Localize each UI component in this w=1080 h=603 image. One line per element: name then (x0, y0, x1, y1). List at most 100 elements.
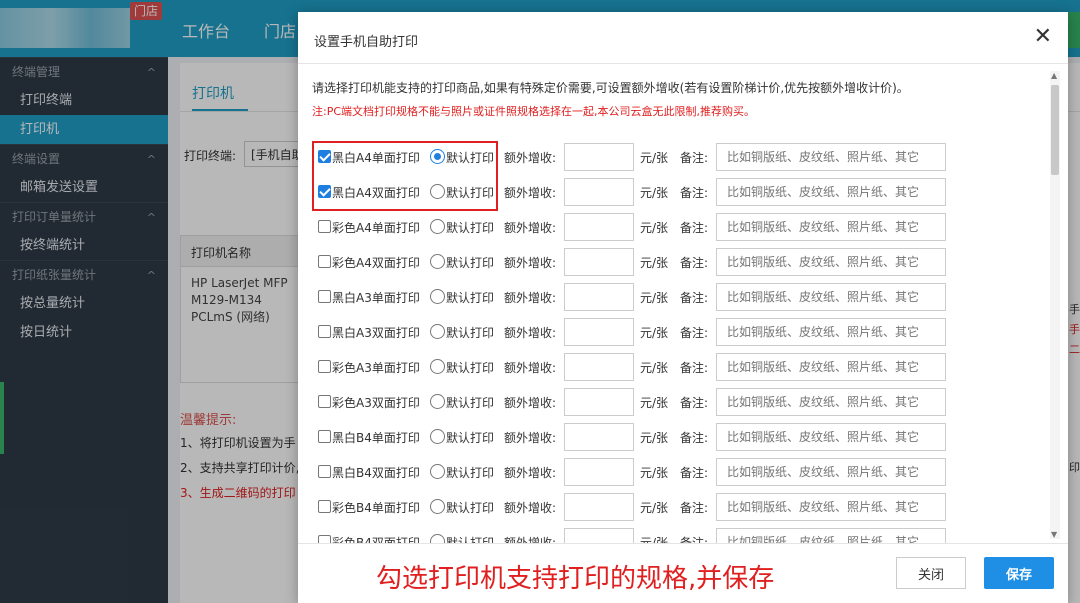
spec-label: 彩色B4单面打印 (332, 501, 420, 515)
extra-charge-label: 额外增收: (504, 221, 557, 235)
remark-label: 备注: (680, 151, 709, 165)
default-print-radio[interactable] (430, 464, 445, 479)
print-spec-row: 黑白A3双面打印 默认打印 额外增收: 元/张 备注: (316, 318, 956, 346)
unit-label: 元/张 (640, 221, 669, 235)
spec-checkbox[interactable] (318, 220, 331, 233)
spec-checkbox[interactable] (318, 430, 331, 443)
unit-label: 元/张 (640, 536, 669, 543)
remark-label: 备注: (680, 396, 709, 410)
print-spec-row: 彩色B4单面打印 默认打印 额外增收: 元/张 备注: (316, 493, 956, 521)
spec-checkbox[interactable] (318, 500, 331, 513)
default-print-radio[interactable] (430, 289, 445, 304)
spec-checkbox[interactable] (318, 325, 331, 338)
remark-input[interactable] (716, 283, 946, 311)
spec-label: 黑白A3单面打印 (332, 291, 420, 305)
remark-input[interactable] (716, 353, 946, 381)
remark-label: 备注: (680, 291, 709, 305)
scroll-down-icon[interactable]: ▼ (1051, 530, 1057, 539)
dialog-body: 请选择打印机能支持的打印商品,如果有特殊定价需要,可设置额外增收(若有设置阶梯计… (298, 65, 1068, 543)
self-print-settings-dialog: 设置手机自助打印 ✕ 请选择打印机能支持的打印商品,如果有特殊定价需要,可设置额… (298, 12, 1068, 603)
extra-charge-label: 额外增收: (504, 326, 557, 340)
remark-input[interactable] (716, 213, 946, 241)
extra-charge-input[interactable] (564, 283, 634, 311)
save-button[interactable]: 保存 (984, 557, 1054, 589)
remark-label: 备注: (680, 326, 709, 340)
print-spec-row: 彩色A3双面打印 默认打印 额外增收: 元/张 备注: (316, 388, 956, 416)
unit-label: 元/张 (640, 326, 669, 340)
default-print-radio[interactable] (430, 324, 445, 339)
extra-charge-input[interactable] (564, 353, 634, 381)
unit-label: 元/张 (640, 256, 669, 270)
remark-input[interactable] (716, 178, 946, 206)
remark-label: 备注: (680, 501, 709, 515)
spec-label: 黑白A3双面打印 (332, 326, 420, 340)
extra-charge-label: 额外增收: (504, 431, 557, 445)
extra-charge-input[interactable] (564, 458, 634, 486)
remark-input[interactable] (716, 528, 946, 543)
extra-charge-label: 额外增收: (504, 536, 557, 543)
dialog-title: 设置手机自助打印 (314, 35, 419, 50)
extra-charge-input[interactable] (564, 493, 634, 521)
extra-charge-input[interactable] (564, 388, 634, 416)
unit-label: 元/张 (640, 151, 669, 165)
dialog-header: 设置手机自助打印 ✕ (298, 12, 1068, 64)
default-print-radio[interactable] (430, 429, 445, 444)
extra-charge-input[interactable] (564, 528, 634, 543)
default-print-radio[interactable] (430, 219, 445, 234)
spec-checkbox[interactable] (318, 255, 331, 268)
remark-input[interactable] (716, 143, 946, 171)
extra-charge-label: 额外增收: (504, 151, 557, 165)
default-print-radio[interactable] (430, 499, 445, 514)
remark-label: 备注: (680, 431, 709, 445)
unit-label: 元/张 (640, 361, 669, 375)
extra-charge-label: 额外增收: (504, 186, 557, 200)
spec-label: 彩色A3单面打印 (332, 361, 420, 375)
extra-charge-label: 额外增收: (504, 291, 557, 305)
remark-input[interactable] (716, 493, 946, 521)
extra-charge-input[interactable] (564, 143, 634, 171)
default-print-radio[interactable] (430, 534, 445, 543)
default-print-radio[interactable] (430, 359, 445, 374)
extra-charge-label: 额外增收: (504, 256, 557, 270)
spec-checkbox[interactable] (318, 395, 331, 408)
unit-label: 元/张 (640, 431, 669, 445)
extra-charge-input[interactable] (564, 318, 634, 346)
default-print-label: 默认打印 (446, 466, 495, 480)
scrollbar[interactable]: ▲ ▼ (1050, 71, 1060, 539)
extra-charge-input[interactable] (564, 178, 634, 206)
default-print-label: 默认打印 (446, 501, 495, 515)
extra-charge-label: 额外增收: (504, 466, 557, 480)
extra-charge-input[interactable] (564, 248, 634, 276)
default-print-radio[interactable] (430, 394, 445, 409)
print-spec-row: 黑白B4单面打印 默认打印 额外增收: 元/张 备注: (316, 423, 956, 451)
extra-charge-label: 额外增收: (504, 501, 557, 515)
default-print-radio[interactable] (430, 254, 445, 269)
default-print-label: 默认打印 (446, 536, 495, 543)
spec-checkbox[interactable] (318, 290, 331, 303)
remark-input[interactable] (716, 388, 946, 416)
remark-input[interactable] (716, 458, 946, 486)
spec-checkbox[interactable] (318, 360, 331, 373)
unit-label: 元/张 (640, 466, 669, 480)
spec-checkbox[interactable] (318, 465, 331, 478)
close-button[interactable]: 关闭 (896, 557, 966, 589)
scroll-thumb[interactable] (1051, 85, 1059, 175)
default-print-label: 默认打印 (446, 291, 495, 305)
remark-input[interactable] (716, 423, 946, 451)
scroll-up-icon[interactable]: ▲ (1051, 71, 1057, 80)
spec-checkbox[interactable] (318, 535, 331, 543)
print-spec-row: 彩色B4双面打印 默认打印 额外增收: 元/张 备注: (316, 528, 956, 543)
remark-label: 备注: (680, 466, 709, 480)
close-icon[interactable]: ✕ (1034, 26, 1052, 48)
extra-charge-label: 额外增收: (504, 396, 557, 410)
spec-label: 彩色A3双面打印 (332, 396, 420, 410)
spec-label: 彩色B4双面打印 (332, 536, 420, 543)
extra-charge-input[interactable] (564, 423, 634, 451)
unit-label: 元/张 (640, 501, 669, 515)
remark-input[interactable] (716, 248, 946, 276)
print-spec-row: 彩色A3单面打印 默认打印 额外增收: 元/张 备注: (316, 353, 956, 381)
extra-charge-input[interactable] (564, 213, 634, 241)
remark-label: 备注: (680, 536, 709, 543)
spec-label: 彩色A4双面打印 (332, 256, 420, 270)
remark-input[interactable] (716, 318, 946, 346)
